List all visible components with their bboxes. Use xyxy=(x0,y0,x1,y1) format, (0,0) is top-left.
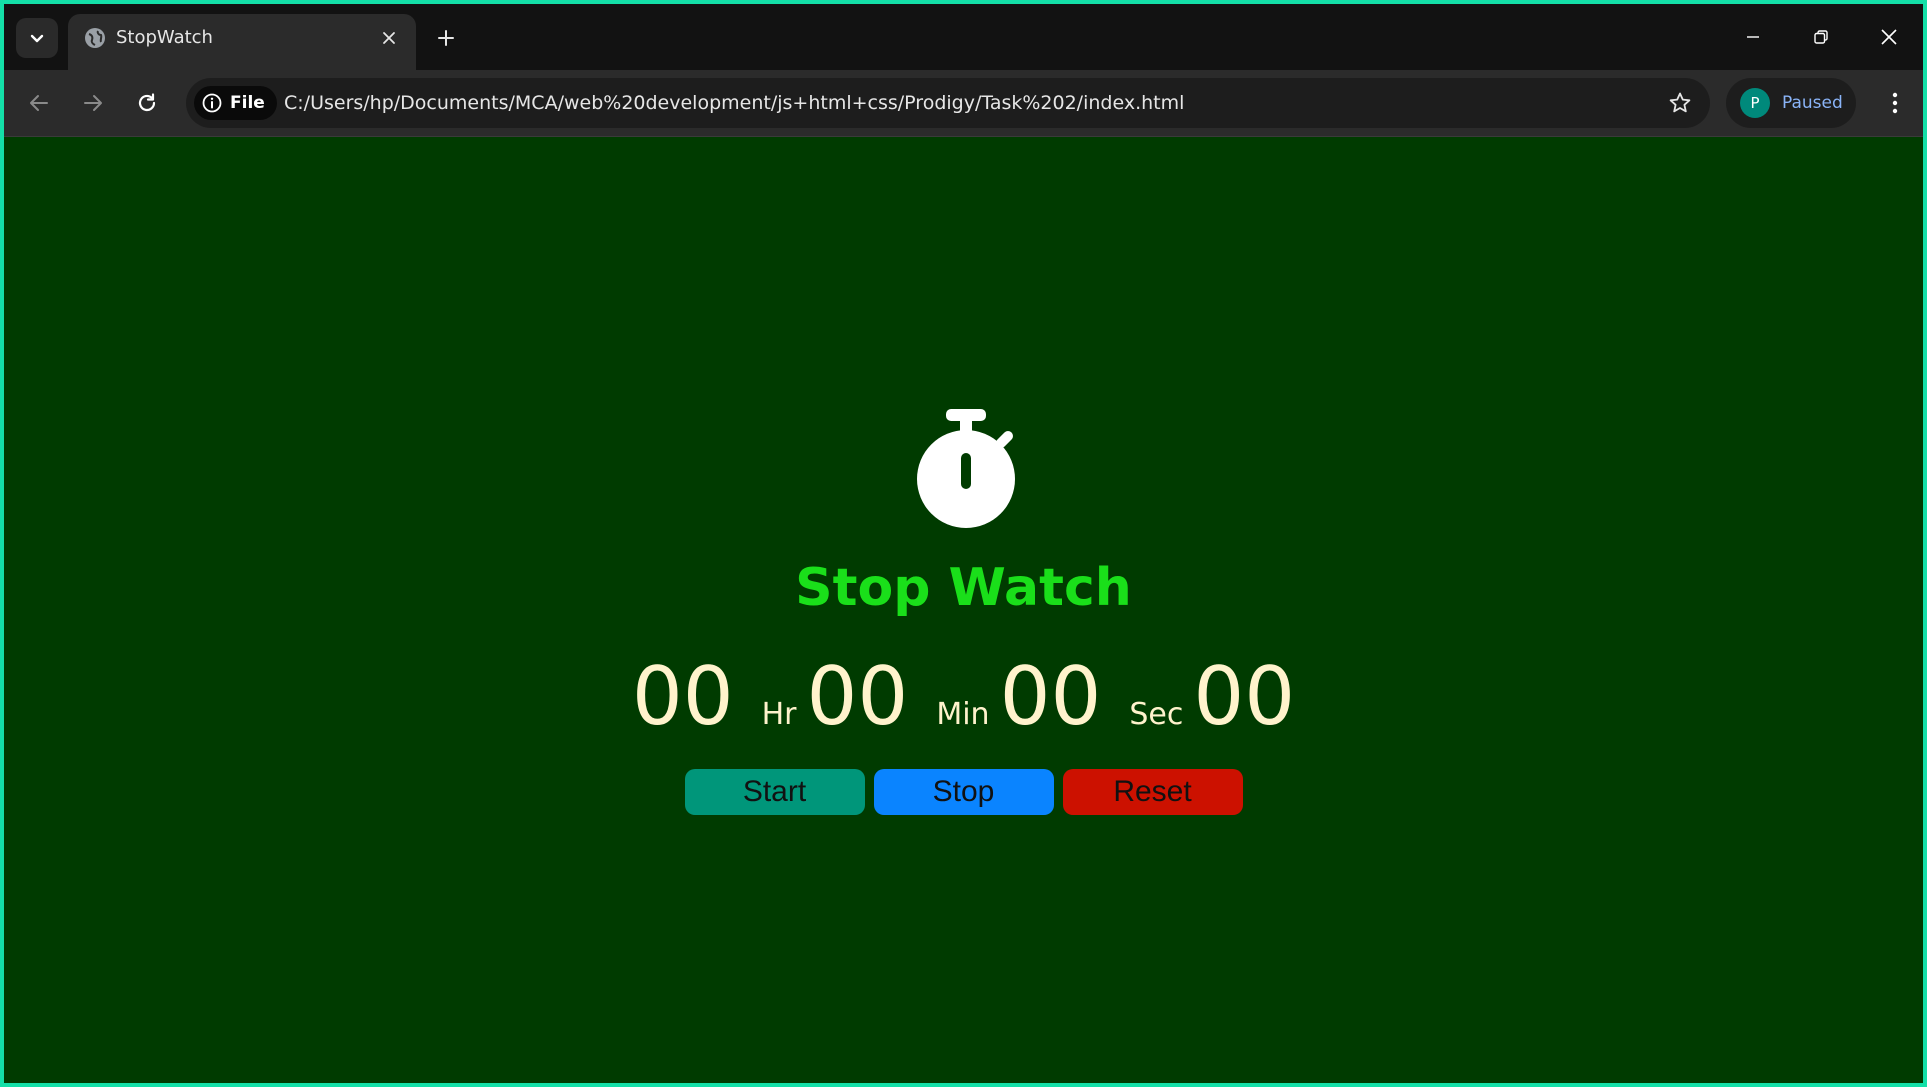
hours-display: 00 xyxy=(631,650,734,743)
close-icon xyxy=(1881,29,1897,45)
browser-menu-button[interactable] xyxy=(1874,82,1916,124)
tab-close-button[interactable] xyxy=(376,25,402,51)
stopwatch-icon xyxy=(917,409,1015,528)
reload-icon xyxy=(138,93,156,112)
restore-icon xyxy=(1814,30,1828,44)
plus-icon xyxy=(438,30,454,46)
back-button[interactable] xyxy=(18,82,60,124)
hours-unit-label: Hr xyxy=(761,697,797,732)
tab-title: StopWatch xyxy=(116,27,213,48)
seconds-display: 00 xyxy=(999,650,1102,743)
tab-search-button[interactable] xyxy=(16,18,58,58)
bookmark-button[interactable] xyxy=(1664,87,1696,119)
reset-button[interactable]: Reset xyxy=(1062,769,1243,815)
close-icon xyxy=(383,32,395,44)
star-icon xyxy=(1669,92,1691,113)
restore-button[interactable] xyxy=(1787,4,1855,70)
tab-strip: StopWatch xyxy=(4,4,1923,70)
minimize-icon xyxy=(1747,36,1759,38)
file-chip-label: File xyxy=(230,93,265,113)
milliseconds-display: 00 xyxy=(1193,650,1296,743)
new-tab-button[interactable] xyxy=(426,18,466,58)
stop-button[interactable]: Stop xyxy=(873,769,1054,815)
globe-icon xyxy=(85,28,105,48)
minutes-display: 00 xyxy=(806,650,909,743)
start-button[interactable]: Start xyxy=(684,769,865,815)
site-info-chip[interactable]: File xyxy=(194,86,277,120)
minimize-button[interactable] xyxy=(1719,4,1787,70)
forward-button[interactable] xyxy=(72,82,114,124)
profile-status: Paused xyxy=(1782,93,1843,113)
close-window-button[interactable] xyxy=(1855,4,1923,70)
timer-display: 00 Hr 00 Min 00 Sec 00 xyxy=(4,649,1923,745)
minutes-unit-label: Min xyxy=(936,697,990,732)
profile-button[interactable]: P Paused xyxy=(1726,78,1856,128)
seconds-unit-label: Sec xyxy=(1129,697,1184,732)
reload-button[interactable] xyxy=(126,82,168,124)
page-content: Stop Watch 00 Hr 00 Min 00 Sec 00 Start … xyxy=(4,137,1923,1083)
chevron-down-icon xyxy=(30,34,44,43)
browser-window: StopWatch File C:/Users/hp/Documents/MCA… xyxy=(4,4,1923,1083)
avatar: P xyxy=(1740,88,1770,118)
url-text[interactable]: C:/Users/hp/Documents/MCA/web%20developm… xyxy=(284,91,1184,115)
arrow-right-icon xyxy=(84,95,102,111)
info-icon xyxy=(202,93,222,113)
address-bar[interactable]: File C:/Users/hp/Documents/MCA/web%20dev… xyxy=(186,78,1710,128)
browser-toolbar: File C:/Users/hp/Documents/MCA/web%20dev… xyxy=(4,70,1923,137)
tab-stopwatch[interactable]: StopWatch xyxy=(68,14,416,70)
page-title: Stop Watch xyxy=(795,558,1132,618)
arrow-left-icon xyxy=(30,95,48,111)
control-buttons: Start Stop Reset xyxy=(4,769,1923,815)
kebab-menu-icon xyxy=(1892,92,1898,114)
